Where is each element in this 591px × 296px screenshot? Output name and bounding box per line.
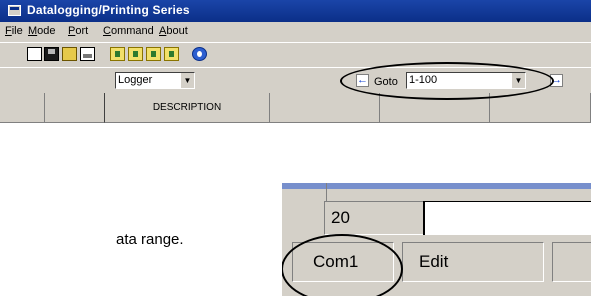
title-bar[interactable]: Datalogging/Printing Series	[0, 0, 591, 22]
last-icon[interactable]	[164, 47, 179, 61]
menu-command[interactable]: Command	[103, 25, 154, 37]
chevron-down-icon[interactable]: ▼	[180, 73, 194, 88]
highlight-ellipse	[340, 62, 554, 100]
menu-about[interactable]: About	[159, 25, 188, 37]
mode-select[interactable]: Logger ▼	[115, 72, 195, 89]
grid-header-col[interactable]	[270, 93, 380, 123]
app-window: Datalogging/Printing Series File Mode Po…	[0, 0, 591, 183]
grid-header-col[interactable]	[490, 93, 591, 123]
first-icon[interactable]	[110, 47, 125, 61]
prev-icon[interactable]	[128, 47, 143, 61]
row-number-cell: 20	[324, 201, 423, 235]
save-icon[interactable]	[44, 47, 59, 61]
menu-port[interactable]: Port	[68, 25, 88, 37]
body-text: ata range.	[116, 231, 184, 248]
grid-header-description[interactable]: DESCRIPTION	[105, 93, 270, 123]
window-edge	[282, 183, 591, 189]
open-icon[interactable]	[62, 47, 77, 61]
next-icon[interactable]	[146, 47, 161, 61]
status-pane-mode: Edit	[402, 242, 544, 282]
mode-select-value: Logger	[118, 74, 153, 86]
window-title: Datalogging/Printing Series	[27, 3, 190, 17]
menu-file[interactable]: File	[5, 25, 23, 37]
menu-mode[interactable]: Mode	[28, 25, 56, 37]
highlight-ellipse	[282, 234, 403, 296]
grid-header-corner	[0, 93, 45, 123]
print-icon[interactable]	[80, 47, 95, 61]
grid-header-col[interactable]	[45, 93, 105, 123]
row-data-cell[interactable]	[423, 201, 591, 235]
grid-body	[0, 123, 591, 183]
new-icon[interactable]	[27, 47, 42, 61]
help-icon[interactable]	[192, 47, 207, 61]
status-inset: 20 Com1 Edit	[282, 183, 591, 296]
app-icon[interactable]	[8, 5, 21, 16]
menu-bar: File Mode Port Command About	[0, 22, 591, 41]
toolbar	[0, 42, 591, 67]
status-pane-extra	[552, 242, 591, 282]
